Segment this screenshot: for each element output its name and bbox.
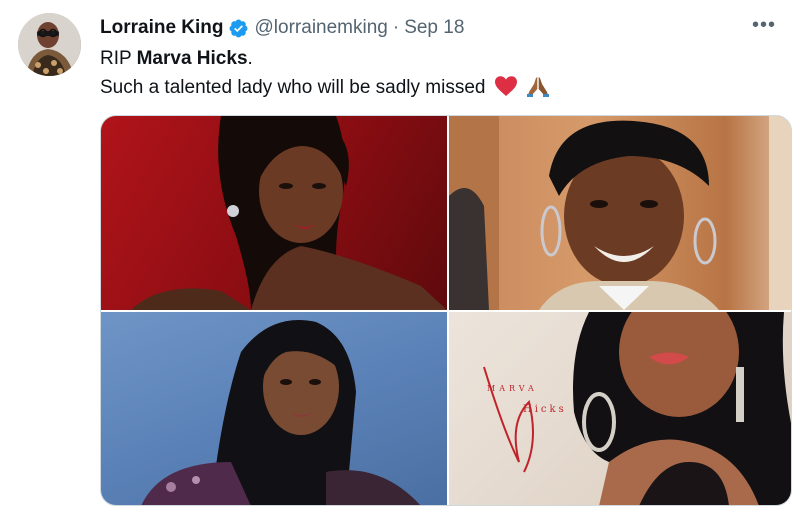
photo-2[interactable]	[449, 116, 791, 310]
tweet-text-line-1: RIP Marva Hicks.	[100, 44, 780, 73]
album-artist-text: MARVA	[487, 384, 538, 393]
avatar[interactable]	[18, 13, 81, 76]
photo-4[interactable]: MARVA Hicks	[449, 312, 791, 505]
tweet-message: Such a talented lady who will be sadly m…	[100, 77, 486, 98]
avatar-image	[18, 13, 81, 76]
separator-dot: ·	[392, 17, 400, 38]
author-handle[interactable]: @lorrainemking	[255, 17, 388, 39]
photo-3[interactable]	[101, 312, 447, 505]
album-cover-art	[483, 312, 791, 505]
portrait-red-background	[131, 116, 447, 310]
media-grid: MARVA Hicks	[100, 115, 792, 506]
folded-hands-emoji	[526, 75, 550, 97]
more-options-icon[interactable]: •••	[750, 14, 778, 36]
tweet-date[interactable]: Sep 18	[404, 17, 464, 39]
portrait-blue-background	[141, 320, 421, 505]
tweet-text: RIP Marva Hicks. Such a talented lady wh…	[100, 44, 780, 102]
rip-prefix: RIP	[100, 48, 137, 69]
red-heart-emoji	[494, 75, 518, 97]
tweet-header: Lorraine King @lorrainemking · Sep 18	[100, 15, 464, 41]
author-name[interactable]: Lorraine King	[100, 17, 224, 39]
verified-badge-icon	[228, 18, 249, 39]
album-title-text: Hicks	[523, 404, 567, 415]
line1-suffix: .	[247, 48, 253, 69]
portrait-wood-background	[449, 116, 791, 310]
photo-1[interactable]	[101, 116, 447, 310]
mentioned-name: Marva Hicks	[136, 48, 248, 69]
tweet[interactable]: Lorraine King @lorrainemking · Sep 18 ••…	[0, 0, 800, 517]
tweet-text-line-2: Such a talented lady who will be sadly m…	[100, 73, 780, 102]
